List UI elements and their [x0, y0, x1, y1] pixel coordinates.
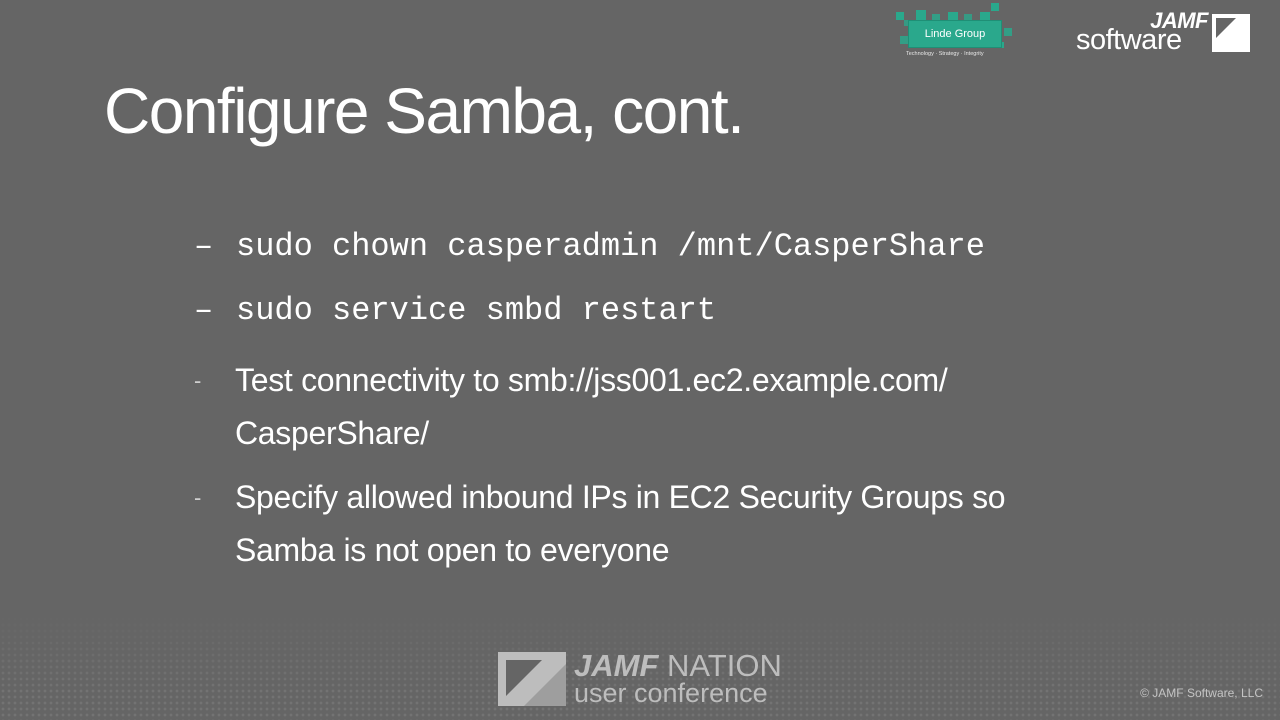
- linde-group-logo: Linde Group Technology · Strategy · Inte…: [894, 2, 1020, 62]
- bullet-dash: -: [194, 485, 202, 510]
- bullet-dash: –: [194, 292, 214, 329]
- jamf-mark-icon: [1212, 14, 1250, 52]
- jamf-nation-logo: JAMF NATION user conference: [498, 648, 788, 708]
- code-command-chown: sudo chown casperadmin /mnt/CasperShare: [236, 228, 985, 265]
- copyright-notice: © JAMF Software, LLC: [1140, 686, 1263, 700]
- slide: Linde Group Technology · Strategy · Inte…: [0, 0, 1280, 720]
- linde-group-label: Linde Group: [908, 20, 1002, 48]
- slide-title: Configure Samba, cont.: [104, 75, 745, 147]
- code-command-restart: sudo service smbd restart: [236, 292, 717, 329]
- bullet-dash: -: [194, 368, 202, 393]
- user-conference-label: user conference: [574, 678, 768, 708]
- software-wordmark: software: [1076, 24, 1182, 56]
- bullet-line: Test connectivity to smb://jss001.ec2.ex…: [235, 362, 948, 398]
- bullet-line: CasperShare/: [235, 415, 429, 451]
- bullet-dash: –: [194, 228, 214, 265]
- jamf-software-logo: JAMF software: [1074, 8, 1254, 56]
- bullet-line: Specify allowed inbound IPs in EC2 Secur…: [235, 479, 1006, 515]
- jamf-nation-mark-icon: [498, 652, 566, 706]
- linde-group-tagline: Technology · Strategy · Integrity: [906, 51, 984, 57]
- bullet-text-connectivity: Test connectivity to smb://jss001.ec2.ex…: [235, 354, 1115, 460]
- bullet-line: Samba is not open to everyone: [235, 532, 670, 568]
- bullet-text-security-groups: Specify allowed inbound IPs in EC2 Secur…: [235, 471, 1115, 577]
